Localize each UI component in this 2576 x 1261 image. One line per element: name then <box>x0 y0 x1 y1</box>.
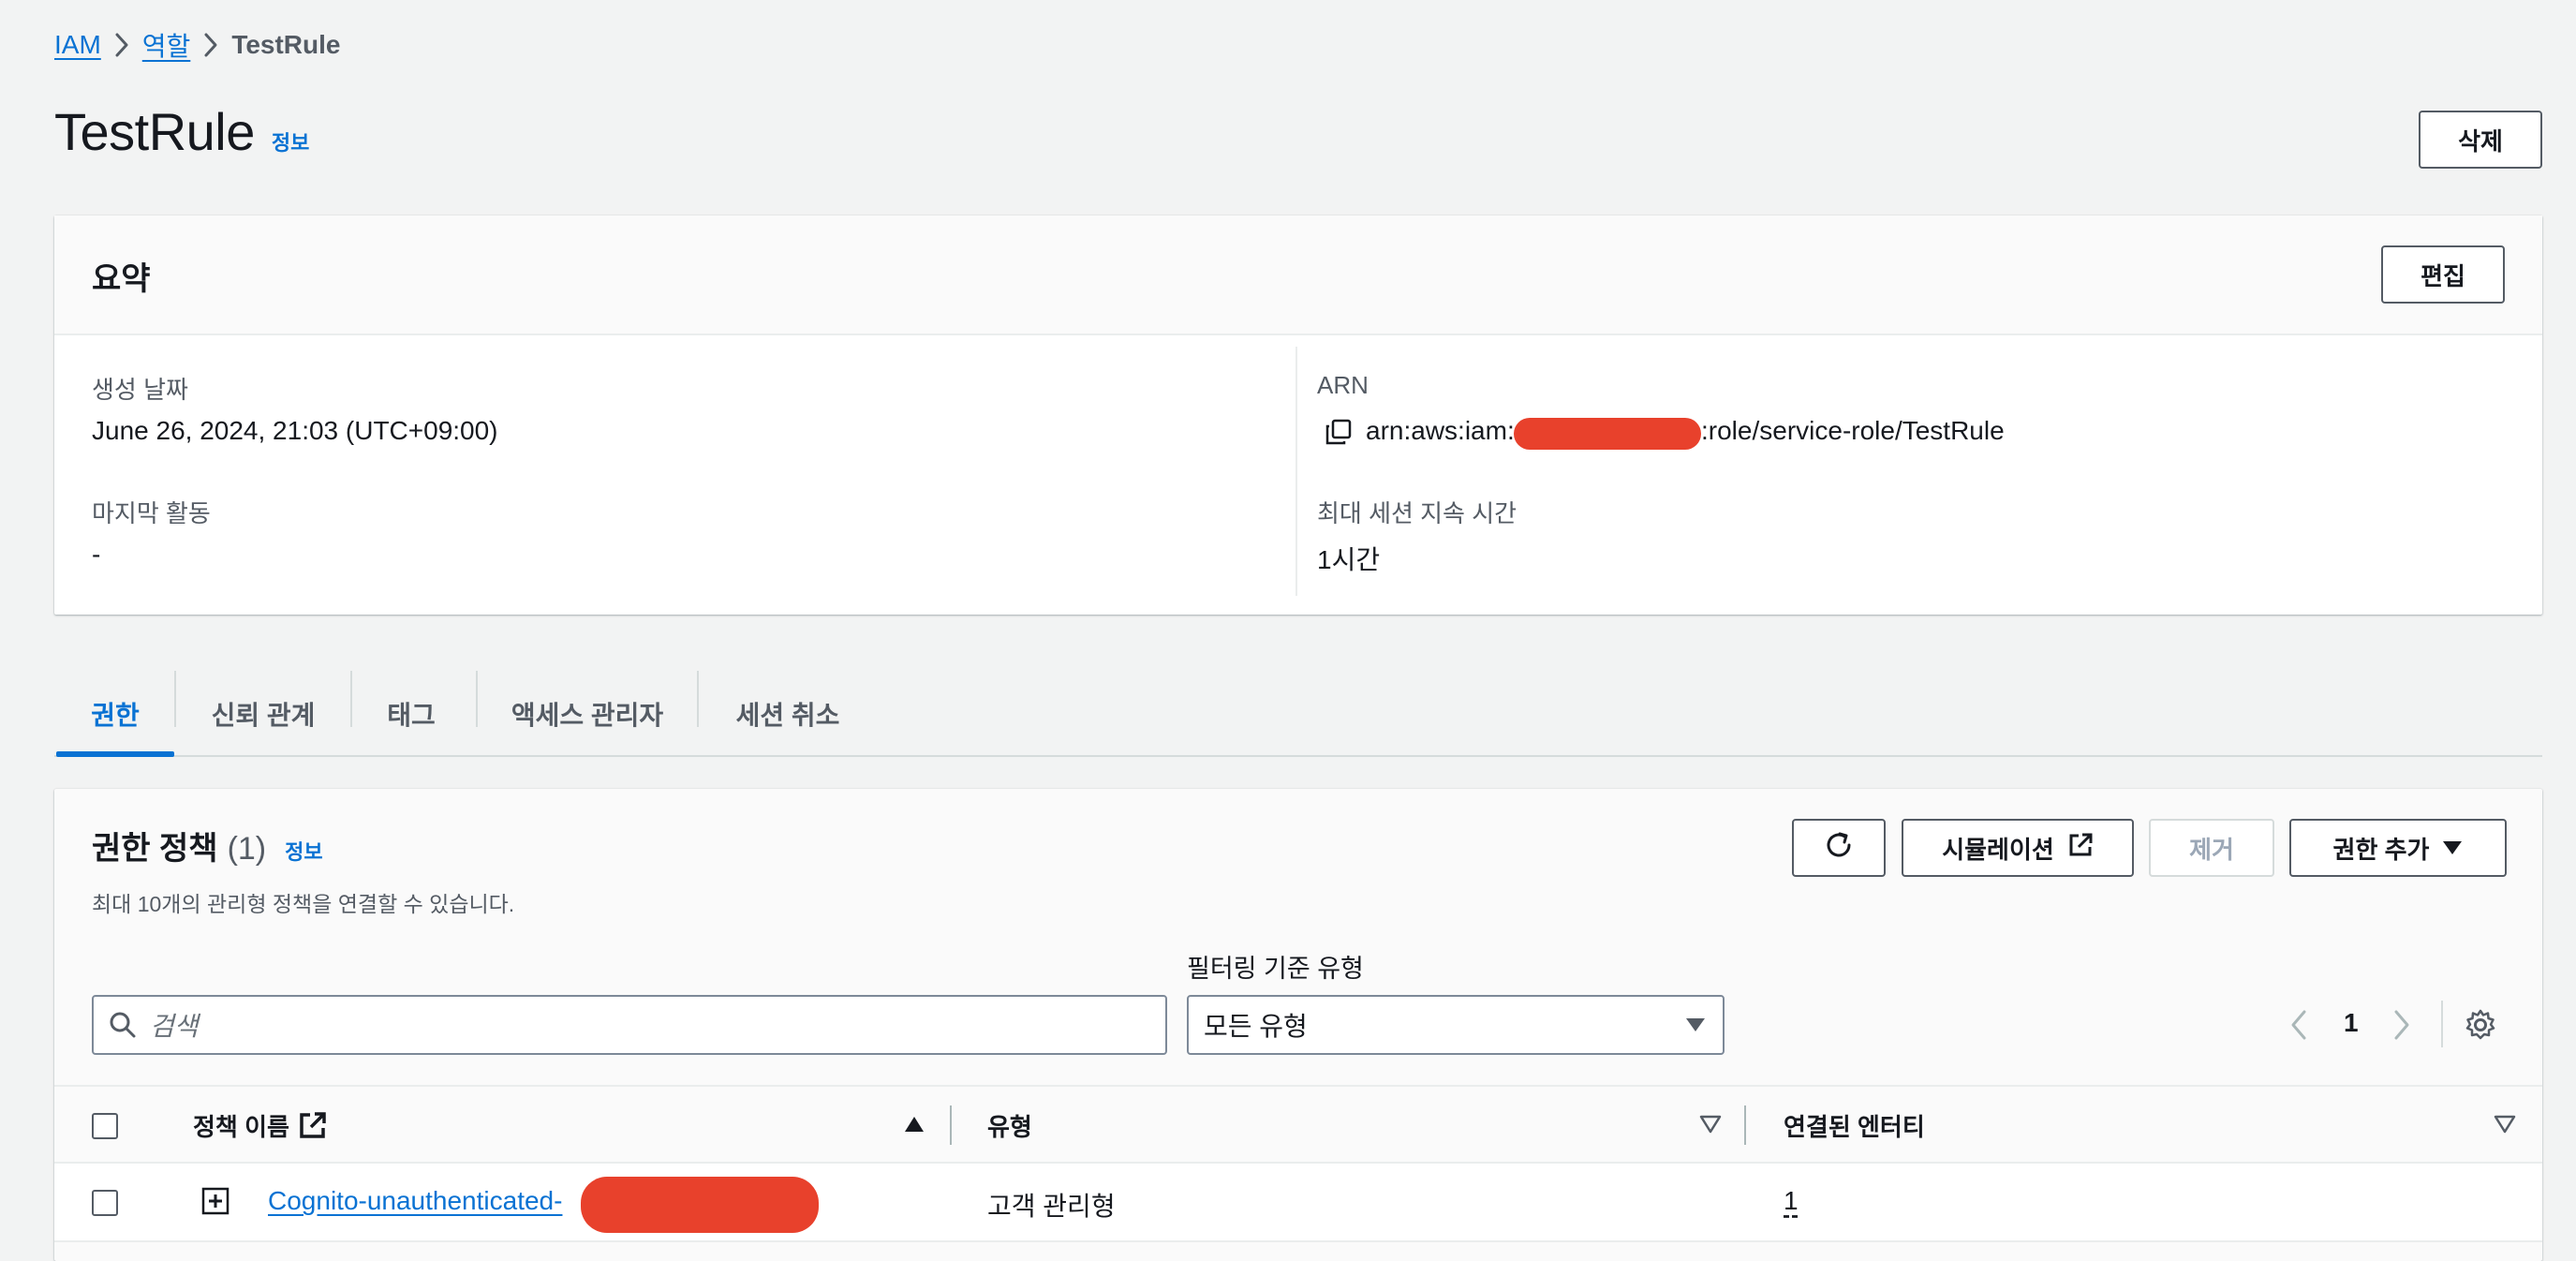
created-date-label: 생성 날짜 <box>92 376 188 404</box>
tab-revoke-sessions[interactable]: 세션 취소 <box>699 673 877 755</box>
active-tab-indicator <box>56 751 174 757</box>
column-policy-name[interactable]: 정책 이름 <box>193 1087 327 1164</box>
breadcrumb-roles-link[interactable]: 역할 <box>142 26 191 64</box>
column-separator <box>950 1105 952 1145</box>
edit-button[interactable]: 편집 <box>2381 245 2505 304</box>
pagination-divider <box>2441 1001 2443 1047</box>
policy-type-cell: 고객 관리형 <box>987 1192 1116 1221</box>
tab-access-advisor[interactable]: 액세스 관리자 <box>478 673 697 755</box>
pagination-current-page[interactable]: 1 <box>2344 1008 2359 1038</box>
search-placeholder: 검색 <box>150 1012 199 1041</box>
copy-icon[interactable] <box>1325 418 1353 446</box>
row-checkbox[interactable] <box>92 1190 118 1216</box>
tab-permissions[interactable]: 권한 <box>56 673 174 755</box>
filter-type-select[interactable]: 모든 유형 <box>1187 995 1725 1055</box>
pagination-prev-icon[interactable] <box>2287 1008 2310 1046</box>
policy-name-link[interactable]: Cognito-unauthenticated- <box>268 1186 562 1216</box>
refresh-button[interactable] <box>1792 819 1886 877</box>
breadcrumb-current: TestRule <box>231 30 341 59</box>
permissions-description: 최대 10개의 관리형 정책을 연결할 수 있습니다. <box>92 892 515 916</box>
breadcrumb: IAM 역할 TestRule <box>54 26 340 64</box>
permissions-count: (1) <box>227 831 267 867</box>
breadcrumb-iam-link[interactable]: IAM <box>54 30 101 60</box>
external-link-icon <box>2067 832 2094 865</box>
sort-ascending-icon[interactable] <box>903 1115 925 1138</box>
select-all-checkbox[interactable] <box>92 1113 118 1139</box>
attached-entities-link[interactable]: 1 <box>1784 1186 1799 1216</box>
delete-button[interactable]: 삭제 <box>2419 111 2542 169</box>
arn-label: ARN <box>1317 371 1369 399</box>
column-separator <box>1744 1105 1746 1145</box>
tab-trust-relationships[interactable]: 신뢰 관계 <box>176 673 350 755</box>
last-activity-value: - <box>92 540 101 569</box>
summary-heading: 요약 <box>92 261 151 297</box>
last-activity-label: 마지막 활동 <box>92 499 211 527</box>
refresh-icon <box>1823 829 1855 868</box>
permissions-title: 권한 정책 <box>92 831 218 867</box>
summary-panel: 요약 편집 생성 날짜 June 26, 2024, 21:03 (UTC+09… <box>54 215 2542 615</box>
page-header: TestRule 정보 <box>54 101 309 162</box>
table-row: Cognito-unauthenticated- 고객 관리형 1 <box>54 1164 2542 1242</box>
redacted-account-id <box>1514 418 1701 450</box>
search-input[interactable]: 검색 <box>92 995 1167 1055</box>
redacted-policy-suffix <box>581 1177 819 1233</box>
gear-icon[interactable] <box>2464 1008 2497 1046</box>
caret-down-icon <box>2442 834 2463 863</box>
sort-icon[interactable] <box>2494 1115 2516 1138</box>
search-icon <box>109 1011 137 1039</box>
permissions-header: 권한 정책 (1) 정보 <box>92 823 323 868</box>
arn-value-prefix: arn:aws:iam:: <box>1366 416 1522 445</box>
max-session-value: 1시간 <box>1317 545 1381 574</box>
filter-type-label: 필터링 기준 유형 <box>1187 955 1364 983</box>
remove-button[interactable]: 제거 <box>2149 819 2274 877</box>
add-permissions-button[interactable]: 권한 추가 <box>2289 819 2507 877</box>
permissions-info-link[interactable]: 정보 <box>285 836 322 866</box>
page-title: TestRule <box>54 102 255 161</box>
tab-tags[interactable]: 태그 <box>352 673 470 755</box>
add-permissions-label: 권한 추가 <box>2332 835 2430 864</box>
permissions-policies-panel: 권한 정책 (1) 정보 최대 10개의 관리형 정책을 연결할 수 있습니다.… <box>54 789 2542 1261</box>
expand-icon[interactable] <box>200 1186 230 1221</box>
policies-table-header: 정책 이름 유형 연결된 엔터티 <box>54 1085 2542 1164</box>
column-policy-name-label: 정책 이름 <box>193 1112 289 1141</box>
created-date-value: June 26, 2024, 21:03 (UTC+09:00) <box>92 416 498 445</box>
column-attached-entities[interactable]: 연결된 엔터티 <box>1784 1087 1925 1164</box>
max-session-label: 최대 세션 지속 시간 <box>1317 499 1517 527</box>
summary-header: 요약 <box>54 215 2542 335</box>
pagination-next-icon[interactable] <box>2391 1008 2413 1046</box>
sort-icon[interactable] <box>1699 1115 1722 1138</box>
filter-type-value: 모든 유형 <box>1204 1012 1308 1041</box>
chevron-right-icon <box>190 26 231 64</box>
simulate-button-label: 시뮬레이션 <box>1942 835 2054 864</box>
column-type[interactable]: 유형 <box>987 1087 1032 1164</box>
external-link-icon <box>299 1111 327 1139</box>
summary-divider <box>1295 347 1297 596</box>
title-info-link[interactable]: 정보 <box>272 126 309 156</box>
role-tabs: 권한 신뢰 관계 태그 액세스 관리자 세션 취소 <box>54 671 2542 757</box>
arn-value-suffix: :role/service-role/TestRule <box>1701 416 2005 445</box>
chevron-right-icon <box>101 26 142 64</box>
simulate-button[interactable]: 시뮬레이션 <box>1902 819 2134 877</box>
caret-down-icon <box>1685 1016 1706 1033</box>
